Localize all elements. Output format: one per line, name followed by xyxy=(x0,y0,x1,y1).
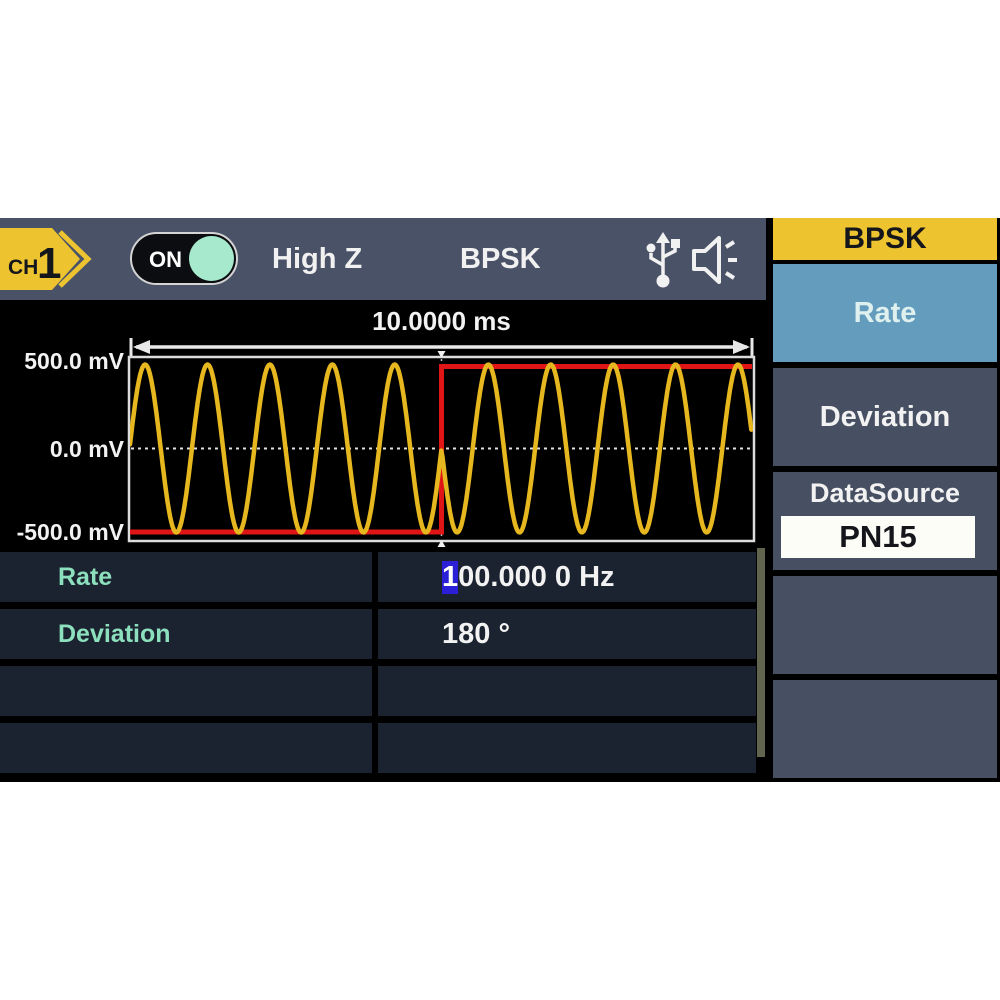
softkey-datasource[interactable]: DataSource PN15 xyxy=(773,472,997,570)
mode-label: BPSK xyxy=(460,218,541,300)
impedance-label: High Z xyxy=(272,218,362,300)
waveform-display: 10.0000 ms 500.0 mV 0.0 mV -500.0 mV xyxy=(0,300,768,548)
channel-prefix: CH xyxy=(8,256,38,279)
softkey-deviation[interactable]: Deviation xyxy=(773,368,997,466)
param-value[interactable]: 100.000 0 Hz xyxy=(378,552,756,602)
datasource-label: DataSource xyxy=(773,478,997,509)
toggle-label: ON xyxy=(149,247,182,273)
parameter-table: Rate100.000 0 HzDeviation180 ° xyxy=(0,548,756,782)
softkey-rate[interactable]: Rate xyxy=(773,264,997,362)
table-row[interactable] xyxy=(0,666,756,716)
param-value[interactable] xyxy=(378,666,756,716)
toggle-knob[interactable] xyxy=(189,236,234,281)
channel-badge[interactable]: CH 1 xyxy=(0,222,108,296)
softkey-menu: BPSK Rate Deviation DataSource PN15 xyxy=(773,218,997,782)
scrollbar[interactable] xyxy=(757,548,765,757)
edit-cursor: 1 xyxy=(442,561,458,594)
param-value[interactable]: 180 ° xyxy=(378,609,756,659)
softkey-empty-1[interactable] xyxy=(773,576,997,674)
param-label: Rate xyxy=(0,552,372,602)
output-toggle[interactable]: ON xyxy=(130,232,238,285)
usb-icon xyxy=(641,231,685,289)
top-status-bar: CH 1 ON High Z BPSK xyxy=(0,218,766,300)
channel-number: 1 xyxy=(37,239,61,288)
main-display: CH 1 ON High Z BPSK xyxy=(0,218,768,782)
generator-screen: CH 1 ON High Z BPSK xyxy=(0,218,1000,782)
param-value[interactable] xyxy=(378,723,756,773)
param-label xyxy=(0,666,372,716)
speaker-icon xyxy=(690,234,744,286)
waveform-plot xyxy=(0,300,768,548)
table-row[interactable]: Rate100.000 0 Hz xyxy=(0,552,756,602)
datasource-value: PN15 xyxy=(781,516,975,558)
menu-header-bpsk: BPSK xyxy=(773,218,997,260)
softkey-empty-2[interactable] xyxy=(773,680,997,778)
table-row[interactable] xyxy=(0,723,756,773)
param-label xyxy=(0,723,372,773)
param-label: Deviation xyxy=(0,609,372,659)
table-row[interactable]: Deviation180 ° xyxy=(0,609,756,659)
